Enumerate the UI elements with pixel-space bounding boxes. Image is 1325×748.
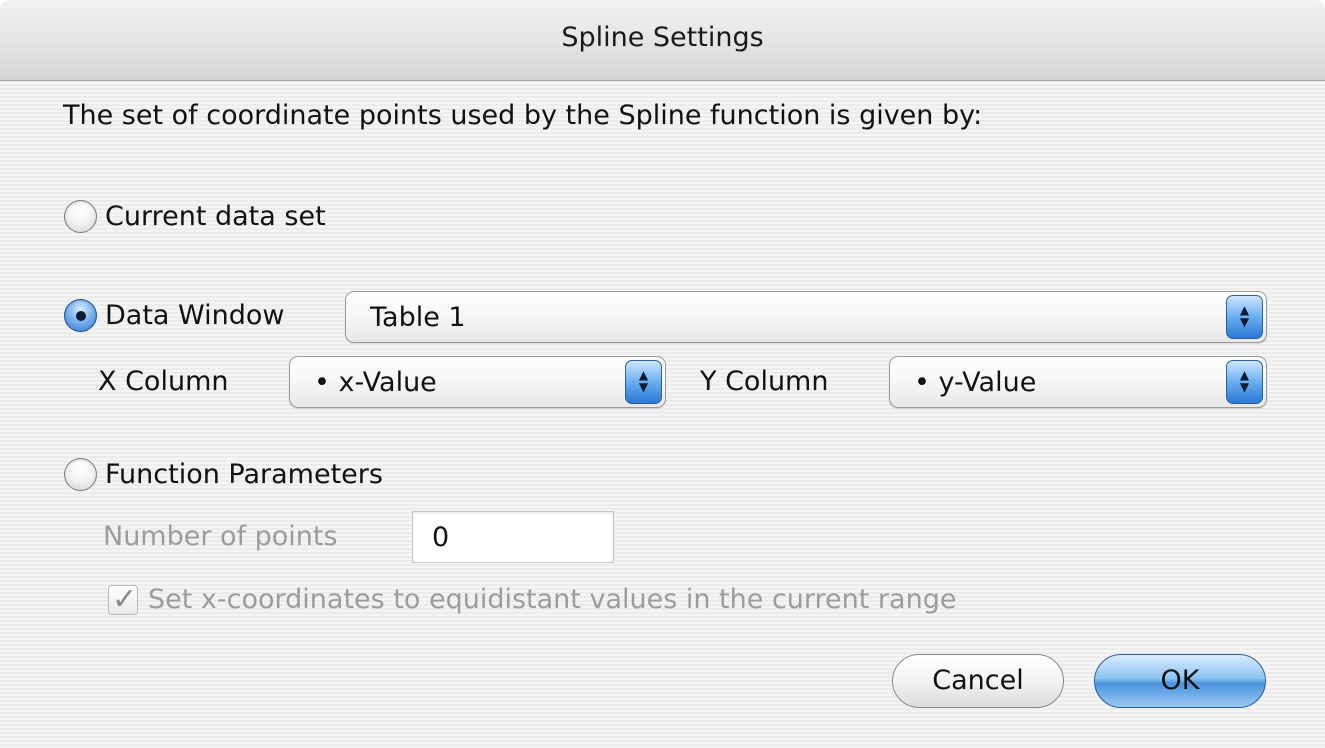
current-data-set-label: Current data set bbox=[105, 201, 326, 232]
up-down-arrows-icon: ▲ ▼ bbox=[1226, 360, 1263, 404]
ok-button[interactable]: OK bbox=[1094, 654, 1266, 708]
equidistant-checkbox[interactable]: ✓ bbox=[108, 581, 138, 617]
number-of-points-label: Number of points bbox=[103, 521, 338, 552]
current-data-set-option[interactable]: Current data set bbox=[64, 200, 326, 233]
window-title: Spline Settings bbox=[561, 22, 764, 53]
y-column-select-value: • y-Value bbox=[914, 367, 1037, 398]
number-of-points-input[interactable]: 0 bbox=[412, 511, 614, 563]
x-column-select[interactable]: • x-Value ▲ ▼ bbox=[289, 356, 666, 408]
up-down-arrows-icon: ▲ ▼ bbox=[625, 360, 662, 404]
data-window-select-value: Table 1 bbox=[370, 302, 466, 333]
data-window-select[interactable]: Table 1 ▲ ▼ bbox=[345, 291, 1267, 343]
radio-selected-dot bbox=[76, 311, 86, 321]
intro-text: The set of coordinate points used by the… bbox=[63, 100, 983, 131]
title-bar[interactable]: Spline Settings bbox=[0, 0, 1325, 81]
equidistant-option[interactable]: ✓ Set x-coordinates to equidistant value… bbox=[108, 581, 957, 617]
number-of-points-value: 0 bbox=[432, 522, 450, 553]
data-window-option[interactable]: Data Window bbox=[64, 299, 285, 332]
data-window-radio[interactable] bbox=[64, 299, 97, 332]
current-data-set-radio[interactable] bbox=[64, 200, 97, 233]
up-down-arrows-icon: ▲ ▼ bbox=[1226, 295, 1263, 339]
data-window-label: Data Window bbox=[105, 300, 285, 331]
function-parameters-option[interactable]: Function Parameters bbox=[64, 458, 383, 491]
checkmark-icon: ✓ bbox=[112, 581, 138, 617]
function-parameters-radio[interactable] bbox=[64, 458, 97, 491]
y-column-label: Y Column bbox=[700, 366, 829, 397]
x-column-select-value: • x-Value bbox=[314, 367, 437, 398]
x-column-label: X Column bbox=[98, 366, 229, 397]
function-parameters-label: Function Parameters bbox=[105, 459, 383, 490]
spline-settings-dialog: Spline Settings The set of coordinate po… bbox=[0, 0, 1325, 748]
cancel-button[interactable]: Cancel bbox=[892, 654, 1064, 708]
y-column-select[interactable]: • y-Value ▲ ▼ bbox=[889, 356, 1267, 408]
equidistant-label: Set x-coordinates to equidistant values … bbox=[148, 584, 957, 615]
